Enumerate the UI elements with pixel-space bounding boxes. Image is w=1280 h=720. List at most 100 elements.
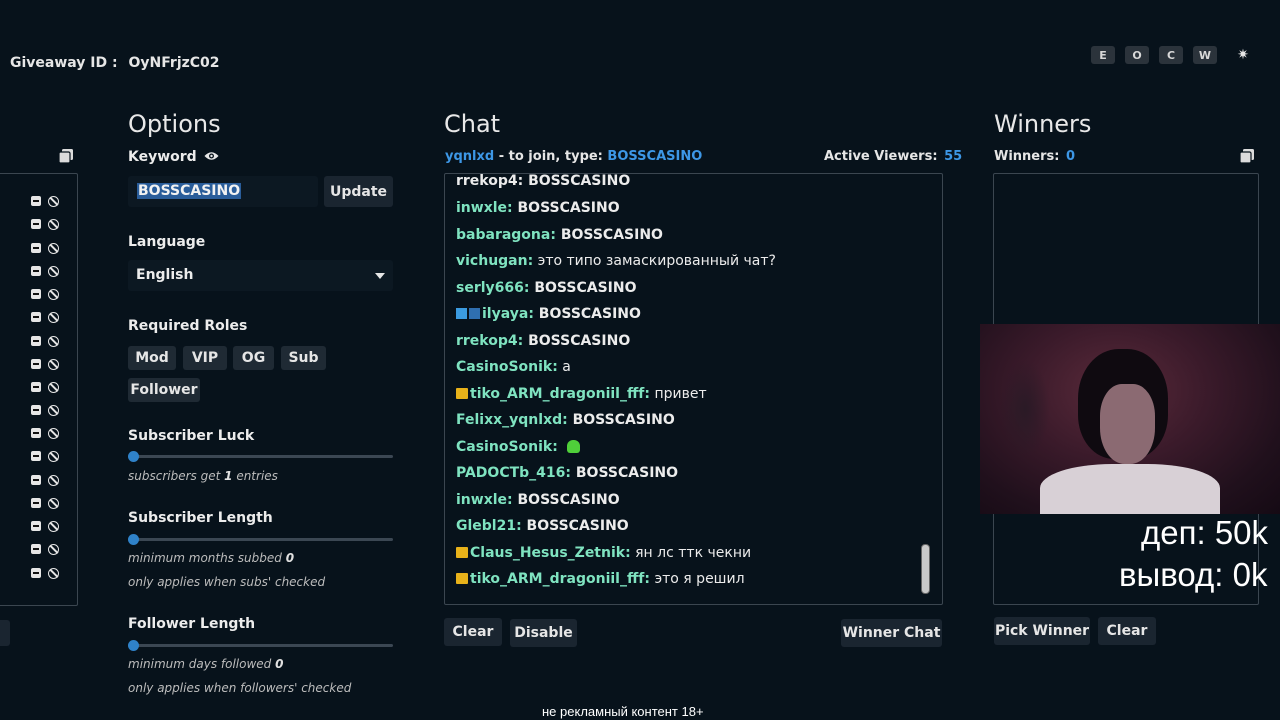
remove-user-icon[interactable] <box>31 219 41 229</box>
ban-user-icon[interactable] <box>48 428 59 439</box>
eye-icon[interactable] <box>204 150 219 162</box>
ban-user-icon[interactable] <box>48 498 59 509</box>
chat-message: rrekop4: BOSSCASINO <box>456 333 630 349</box>
chat-message-text: BOSSCASINO <box>555 226 663 243</box>
remove-user-icon[interactable] <box>31 336 41 346</box>
language-select[interactable]: English <box>128 260 393 291</box>
chat-message-text: ян лс ттк чекни <box>630 544 752 561</box>
chat-message-text: а <box>557 359 571 375</box>
chat-username[interactable]: ilyaya: <box>482 306 534 322</box>
ban-user-icon[interactable] <box>48 289 59 300</box>
remove-user-icon[interactable] <box>31 544 41 554</box>
copy-winners-icon[interactable] <box>1239 149 1254 164</box>
role-og-button[interactable]: OG <box>233 346 274 370</box>
remove-user-icon[interactable] <box>31 521 41 531</box>
remove-user-icon[interactable] <box>31 428 41 438</box>
chat-scrollbar[interactable] <box>921 544 930 594</box>
remove-user-icon[interactable] <box>31 382 41 392</box>
partner-badge-icon <box>469 308 480 319</box>
winner-chat-button[interactable]: Winner Chat <box>841 619 942 647</box>
ban-user-icon[interactable] <box>48 266 59 277</box>
ban-user-icon[interactable] <box>48 312 59 323</box>
chat-username[interactable]: CasinoSonik: <box>456 439 558 455</box>
subscriber-luck-label: Subscriber Luck <box>128 428 255 444</box>
ban-user-icon[interactable] <box>48 219 59 230</box>
subscriber-luck-value: 1 <box>224 469 233 483</box>
remove-user-icon[interactable] <box>31 196 41 206</box>
subscriber-luck-slider[interactable] <box>128 455 393 458</box>
control-w-button[interactable]: W <box>1193 46 1217 64</box>
ban-user-icon[interactable] <box>48 382 59 393</box>
remove-user-icon[interactable] <box>31 243 41 253</box>
ban-user-icon[interactable] <box>48 196 59 207</box>
crown-badge-icon <box>456 573 468 584</box>
keyword-label: Keyword <box>128 149 197 165</box>
subscriber-length-label: Subscriber Length <box>128 510 273 526</box>
ban-user-icon[interactable] <box>48 451 59 462</box>
active-viewers: Active Viewers: 55 <box>824 149 962 164</box>
subscriber-length-knob[interactable] <box>128 534 139 545</box>
update-button[interactable]: Update <box>324 176 393 207</box>
copy-icon[interactable] <box>58 149 73 164</box>
pick-winner-button[interactable]: Pick Winner <box>994 617 1090 645</box>
subscriber-length-slider[interactable] <box>128 538 393 541</box>
remove-user-icon[interactable] <box>31 451 41 461</box>
control-c-button[interactable]: C <box>1159 46 1183 64</box>
remove-user-icon[interactable] <box>31 289 41 299</box>
chat-username[interactable]: inwxle: <box>456 492 513 508</box>
theme-icon[interactable]: ✷ <box>1236 46 1250 64</box>
ban-user-icon[interactable] <box>48 568 59 579</box>
channel-name: yqnlxd <box>445 149 495 164</box>
subscriber-luck-knob[interactable] <box>128 451 139 462</box>
ban-user-icon[interactable] <box>48 405 59 416</box>
chat-message: Felixx_yqnlxd: BOSSCASINO <box>456 412 675 428</box>
ban-user-icon[interactable] <box>48 336 59 347</box>
chat-disable-button[interactable]: Disable <box>510 619 577 647</box>
role-mod-button[interactable]: Mod <box>128 346 176 370</box>
options-title: Options <box>128 110 221 138</box>
chevron-down-icon <box>375 273 385 279</box>
chat-username[interactable]: Claus_Hesus_Zetnik: <box>470 545 631 561</box>
chat-username[interactable]: tiko_ARM_dragoniil_fff: <box>470 386 650 402</box>
ban-user-icon[interactable] <box>48 359 59 370</box>
subscriber-luck-hint: subscribers get 1 entries <box>128 469 278 483</box>
remove-user-icon[interactable] <box>31 266 41 276</box>
remove-user-icon[interactable] <box>31 498 41 508</box>
remove-user-icon[interactable] <box>31 359 41 369</box>
ban-user-icon[interactable] <box>48 521 59 532</box>
role-vip-button[interactable]: VIP <box>183 346 227 370</box>
keyword-input[interactable]: BOSSCASINO <box>128 176 318 207</box>
role-sub-button[interactable]: Sub <box>281 346 326 370</box>
remove-user-icon[interactable] <box>31 475 41 485</box>
keyword-input-value: BOSSCASINO <box>137 183 242 199</box>
chat-username[interactable]: CasinoSonik: <box>456 359 558 375</box>
remove-user-icon[interactable] <box>31 568 41 578</box>
chat-username[interactable]: serly666: <box>456 280 529 296</box>
control-o-button[interactable]: O <box>1125 46 1149 64</box>
left-panel-button[interactable] <box>0 620 10 646</box>
ban-user-icon[interactable] <box>48 475 59 486</box>
follower-length-slider[interactable] <box>128 644 393 647</box>
role-follower-button[interactable]: Follower <box>128 378 200 402</box>
chat-username[interactable]: vichugan: <box>456 253 533 269</box>
chat-message: inwxle: BOSSCASINO <box>456 200 620 216</box>
chat-message: CasinoSonik: <box>456 439 581 455</box>
winners-clear-button[interactable]: Clear <box>1098 617 1156 645</box>
follower-length-knob[interactable] <box>128 640 139 651</box>
ban-user-icon[interactable] <box>48 544 59 555</box>
webcam-person-body <box>1040 464 1220 514</box>
chat-username[interactable]: PADOCTb_416: <box>456 465 571 481</box>
ban-user-icon[interactable] <box>48 243 59 254</box>
chat-username[interactable]: inwxle: <box>456 200 513 216</box>
chat-username[interactable]: rrekop4: <box>456 333 523 349</box>
chat-message: CasinoSonik: а <box>456 359 571 375</box>
remove-user-icon[interactable] <box>31 312 41 322</box>
chat-clear-button[interactable]: Clear <box>444 618 502 646</box>
chat-username[interactable]: Felixx_yqnlxd: <box>456 412 568 428</box>
chat-username[interactable]: babaragona: <box>456 227 556 243</box>
remove-user-icon[interactable] <box>31 405 41 415</box>
webcam-tree <box>1000 359 1050 459</box>
control-e-button[interactable]: E <box>1091 46 1115 64</box>
chat-username[interactable]: tiko_ARM_dragoniil_fff: <box>470 571 650 587</box>
chat-username[interactable]: Glebl21: <box>456 518 522 534</box>
